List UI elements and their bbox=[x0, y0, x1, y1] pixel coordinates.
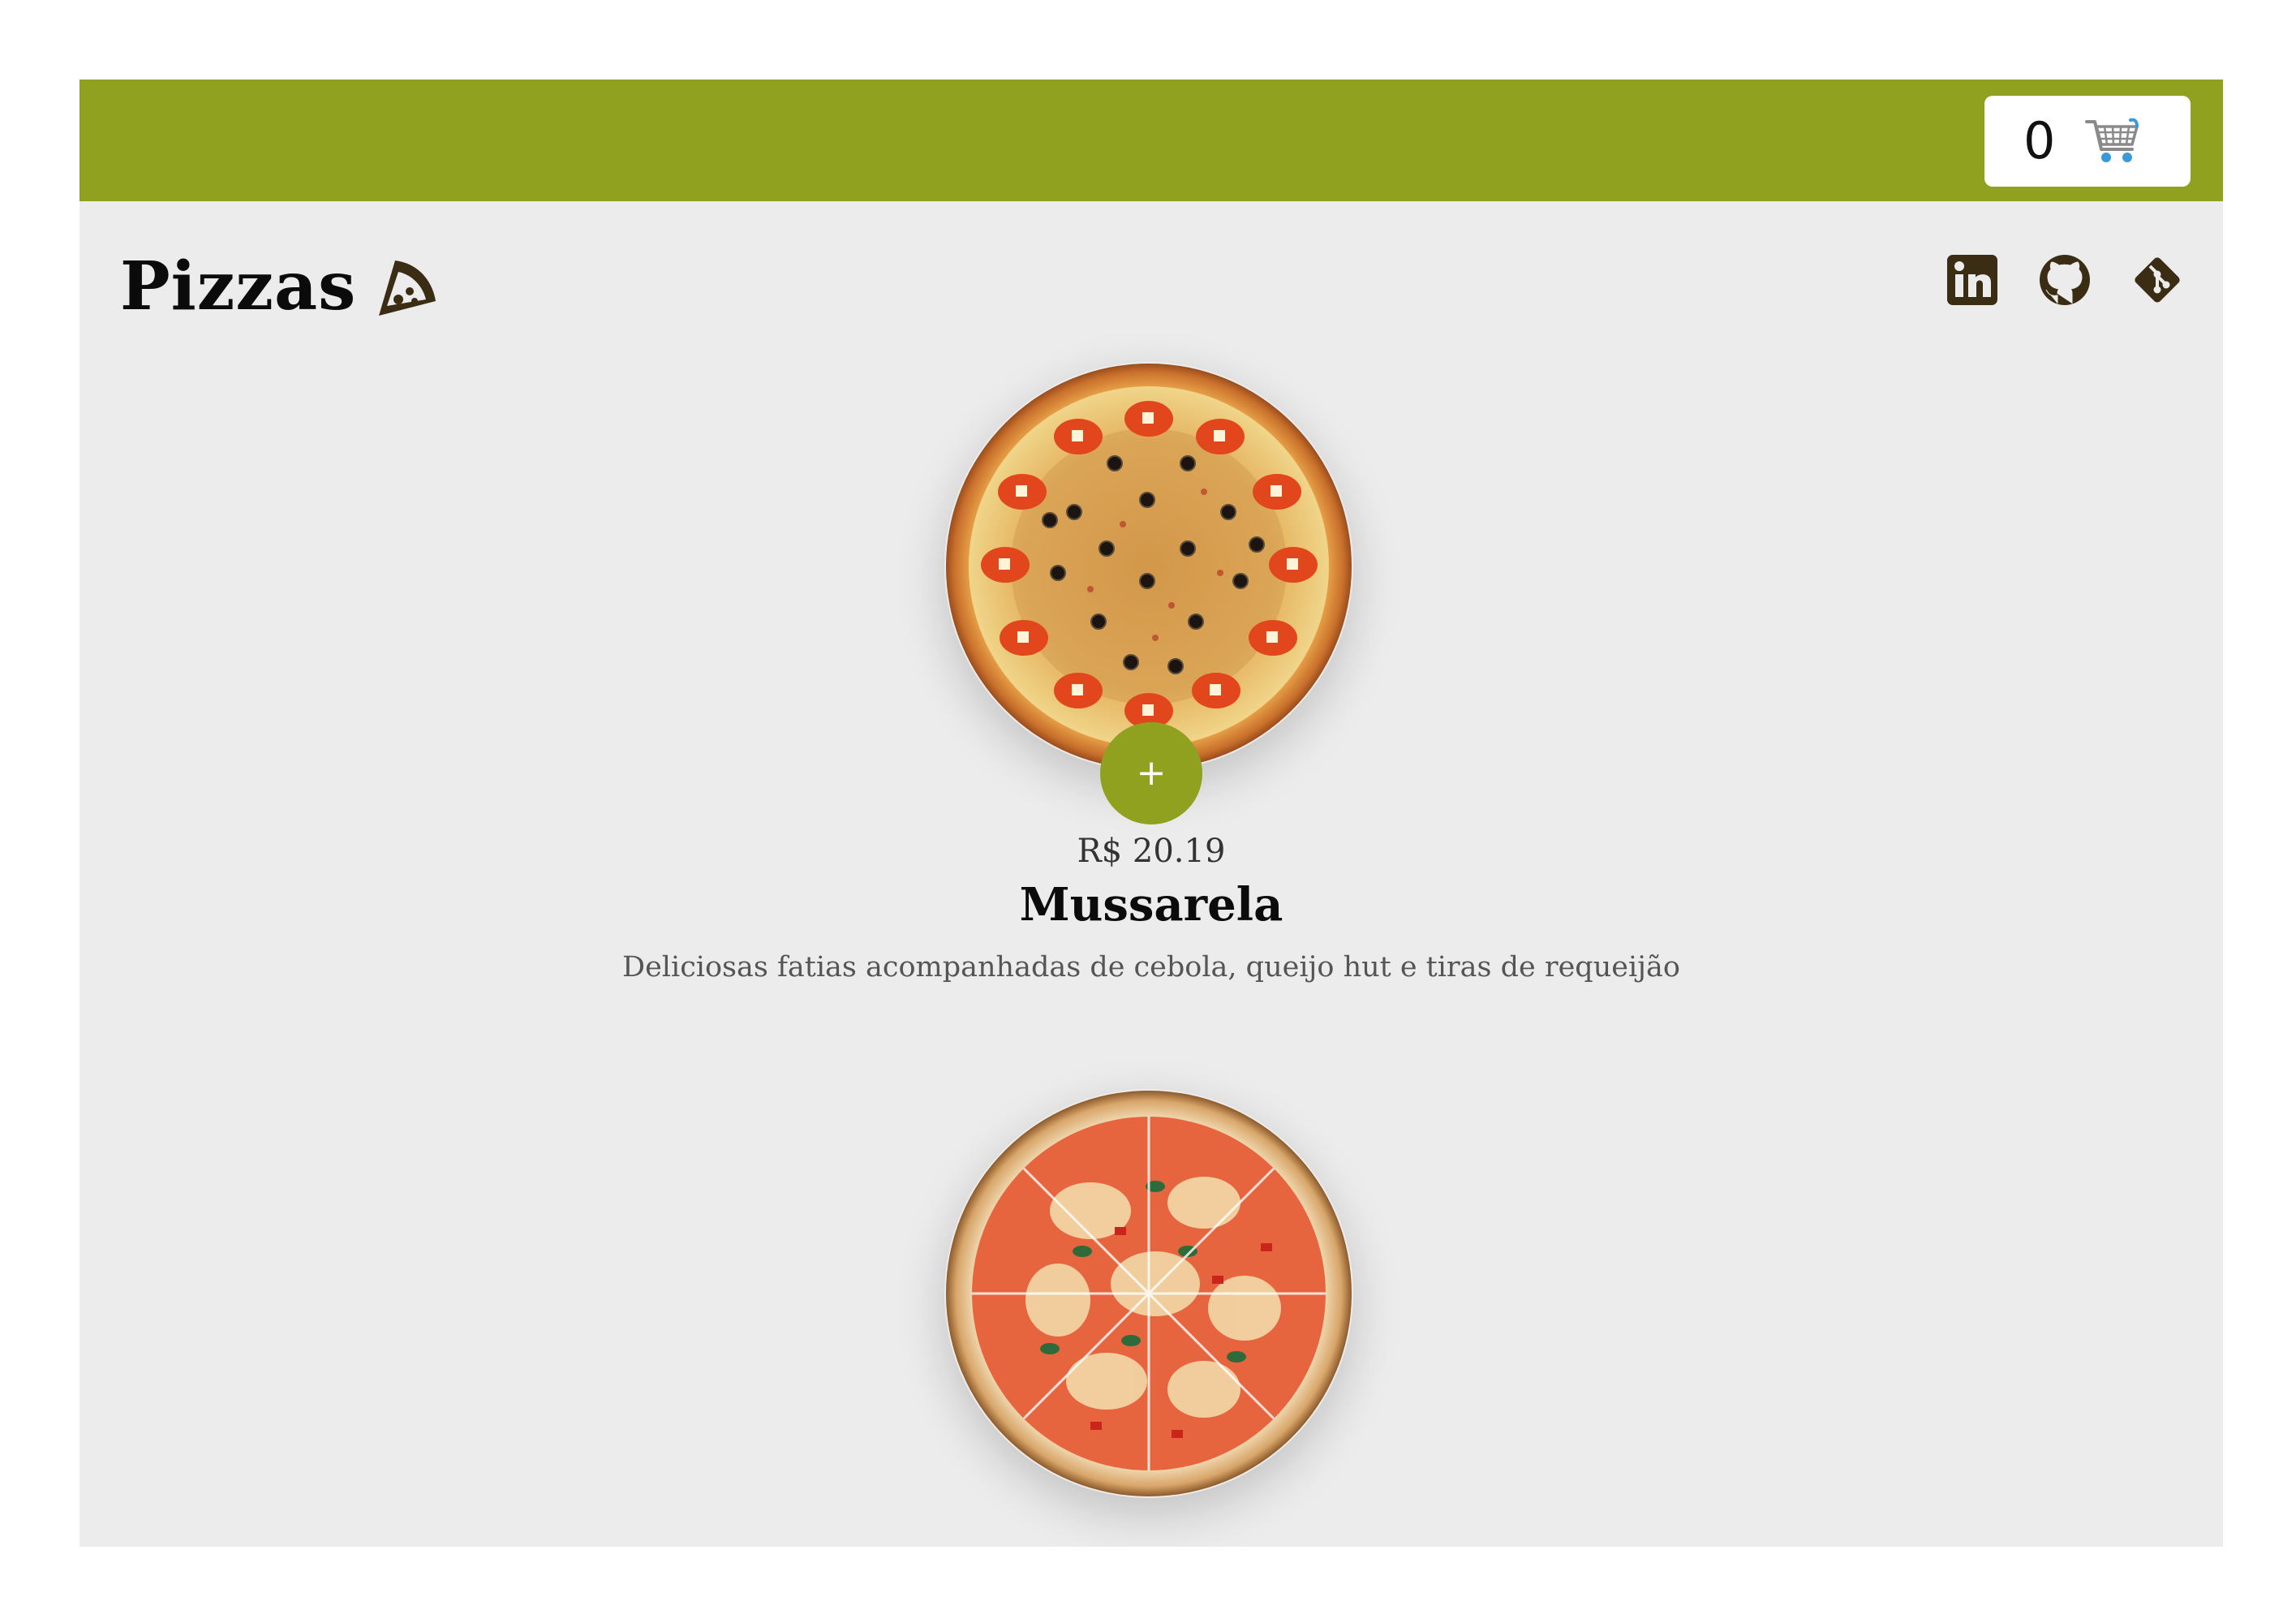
linkedin-link[interactable] bbox=[1946, 253, 1999, 307]
product-name: Mussarela bbox=[1019, 878, 1283, 932]
pizza-slice-icon bbox=[374, 254, 439, 319]
git-link[interactable] bbox=[2130, 253, 2184, 307]
app-container: 0 Pizzas + R$ 20.19 Mussarela Deliciosas… bbox=[80, 80, 2223, 1547]
cart-count: 0 bbox=[2023, 111, 2056, 170]
github-icon bbox=[2040, 255, 2090, 305]
product-description: Deliciosas fatias acompanhadas de cebola… bbox=[622, 951, 1680, 984]
github-link[interactable] bbox=[2038, 253, 2092, 307]
add-to-cart-button[interactable]: + bbox=[1100, 722, 1202, 824]
top-bar: 0 bbox=[80, 80, 2223, 201]
pizza-vegetables-image bbox=[946, 1091, 1352, 1496]
linkedin-icon bbox=[1947, 255, 1997, 305]
cart-button[interactable]: 0 bbox=[1984, 96, 2191, 187]
git-icon bbox=[2135, 257, 2180, 303]
page-title: Pizzas bbox=[120, 242, 439, 331]
shopping-cart-icon bbox=[2085, 117, 2140, 167]
pizza-pepperoni-olives-image bbox=[946, 364, 1352, 769]
page-title-text: Pizzas bbox=[120, 248, 357, 325]
product-price: R$ 20.19 bbox=[1077, 833, 1226, 870]
